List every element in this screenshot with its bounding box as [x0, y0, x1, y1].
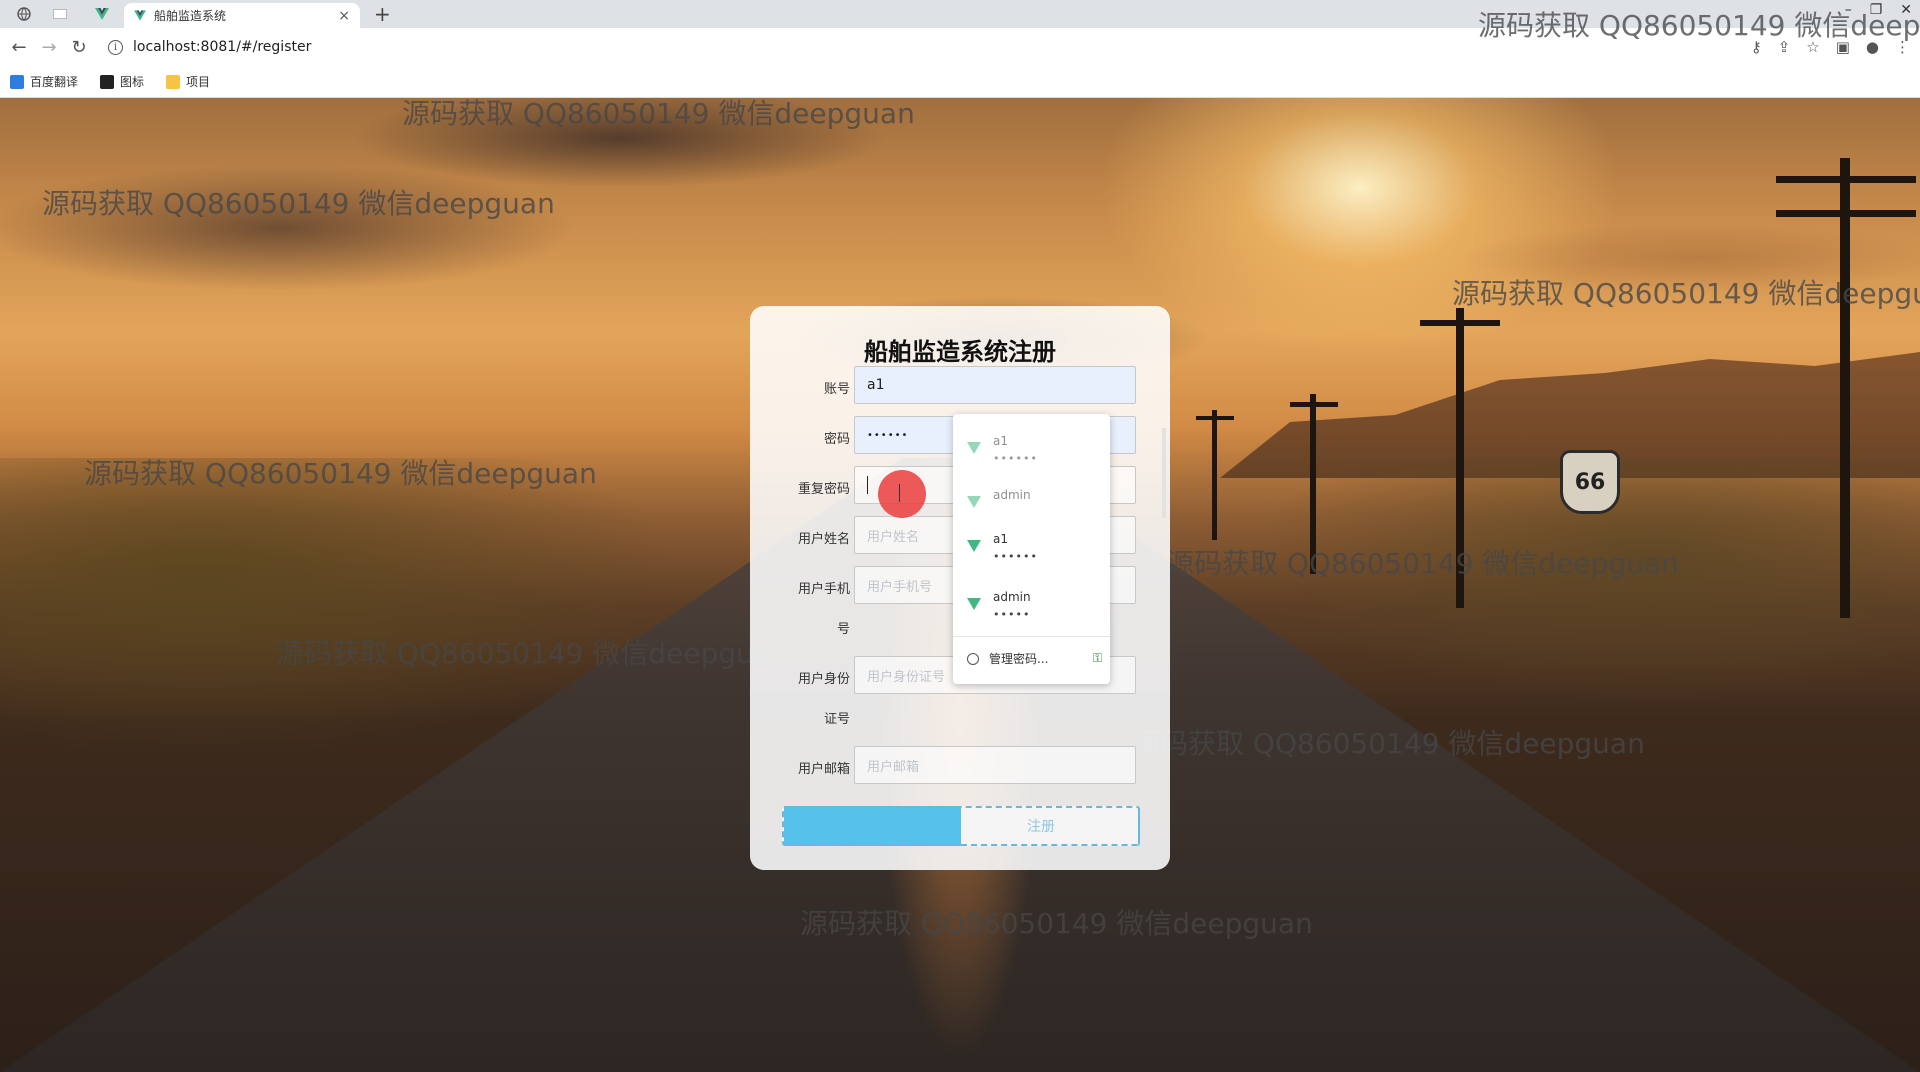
watermark: 源码获取 QQ86050149 微信deepguan: [276, 637, 789, 670]
watermark: 源码获取 QQ86050149 微信deepguan: [1166, 547, 1679, 580]
url-text: localhost:8081/#/register: [133, 39, 312, 55]
id-card-label: 用户身份: [797, 672, 850, 687]
tab-title: 船舶监造系统: [154, 9, 227, 23]
address-bar[interactable]: i localhost:8081/#/register: [108, 39, 311, 55]
settings-icon: [967, 652, 979, 665]
autofill-suggestion[interactable]: a1 ••••••: [953, 426, 1110, 476]
text-cursor: [867, 476, 868, 494]
key-icon: ⚿: [1092, 651, 1102, 665]
telephone-pole-crossbar: [1776, 210, 1916, 217]
autofill-suggestion[interactable]: admin: [953, 480, 1110, 530]
password-autofill-dropdown: a1 •••••• admin a1 •••••• admin ••••• 管理…: [953, 414, 1110, 684]
folder-icon: [166, 74, 181, 89]
reload-icon[interactable]: ↻: [64, 37, 94, 58]
watermark: 源码获取 QQ86050149 微信deepguan: [84, 457, 597, 490]
vue-logo-icon: [967, 540, 981, 552]
email-label: 用户邮箱: [797, 762, 850, 777]
phone-label-wrap: 号: [836, 622, 850, 637]
id-card-label-wrap: 证号: [823, 712, 850, 727]
vue-logo-icon: [967, 598, 981, 610]
telephone-pole-crossbar: [1290, 402, 1338, 407]
watermark: 源码获取 QQ86050149 微信deepguan: [800, 907, 1313, 940]
account-input[interactable]: a1: [854, 366, 1136, 404]
manage-passwords-item[interactable]: 管理密码... ⚿: [967, 650, 1102, 667]
globe-icon[interactable]: [12, 4, 36, 24]
forward-arrow-icon[interactable]: →: [34, 37, 64, 58]
watermark: 源码获取 QQ86050149 微信deepguan: [1132, 727, 1645, 760]
autofill-suggestion[interactable]: admin •••••: [953, 582, 1110, 632]
dropdown-divider: [953, 636, 1110, 637]
back-arrow-icon[interactable]: ←: [4, 37, 34, 58]
password-label: 密码: [823, 432, 850, 447]
watermark: 源码获取 QQ86050149 微信deepguan: [1452, 277, 1920, 310]
ibeam-cursor-icon: [899, 484, 905, 502]
telephone-pole-crossbar: [1776, 176, 1916, 183]
watermark: 源码获取 QQ86050149 微信deepguan: [1478, 9, 1920, 42]
vue-logo-icon: [967, 442, 981, 454]
name-label: 用户姓名: [797, 532, 850, 547]
image-icon: [100, 74, 115, 89]
tab-close-icon[interactable]: ×: [338, 8, 350, 24]
email-input[interactable]: 用户邮箱: [854, 746, 1136, 784]
new-tab-button[interactable]: +: [374, 2, 391, 26]
blank-tab-icon[interactable]: [48, 4, 72, 24]
watermark: 源码获取 QQ86050149 微信deepguan: [42, 187, 555, 220]
route-66-sign: 66: [1560, 450, 1620, 514]
repeat-password-label: 重复密码: [797, 482, 850, 497]
vue-logo-icon: [134, 10, 146, 21]
tab-active[interactable]: 船舶监造系统 ×: [124, 3, 360, 28]
telephone-pole: [1840, 158, 1850, 618]
bookmarks-bar: 百度翻译 图标 项目: [0, 66, 1920, 98]
bookmark-item[interactable]: 百度翻译: [10, 73, 78, 90]
account-label: 账号: [823, 382, 850, 397]
register-button[interactable]: 注册: [782, 806, 1140, 846]
telephone-pole: [1212, 410, 1217, 540]
telephone-pole-crossbar: [1196, 416, 1234, 420]
phone-label: 用户手机: [797, 582, 850, 597]
autofill-suggestion[interactable]: a1 ••••••: [953, 524, 1110, 574]
info-icon[interactable]: i: [108, 39, 123, 55]
translate-icon: [10, 74, 24, 89]
bookmark-item[interactable]: 项目: [166, 73, 210, 90]
watermark: 源码获取 QQ86050149 微信deepguan: [402, 97, 915, 130]
page-title: 船舶监造系统注册: [864, 338, 1056, 366]
telephone-pole-crossbar: [1420, 320, 1500, 326]
vue-tab-icon[interactable]: [90, 4, 114, 24]
bookmark-item[interactable]: 图标: [100, 73, 144, 90]
vue-logo-icon: [967, 496, 981, 508]
